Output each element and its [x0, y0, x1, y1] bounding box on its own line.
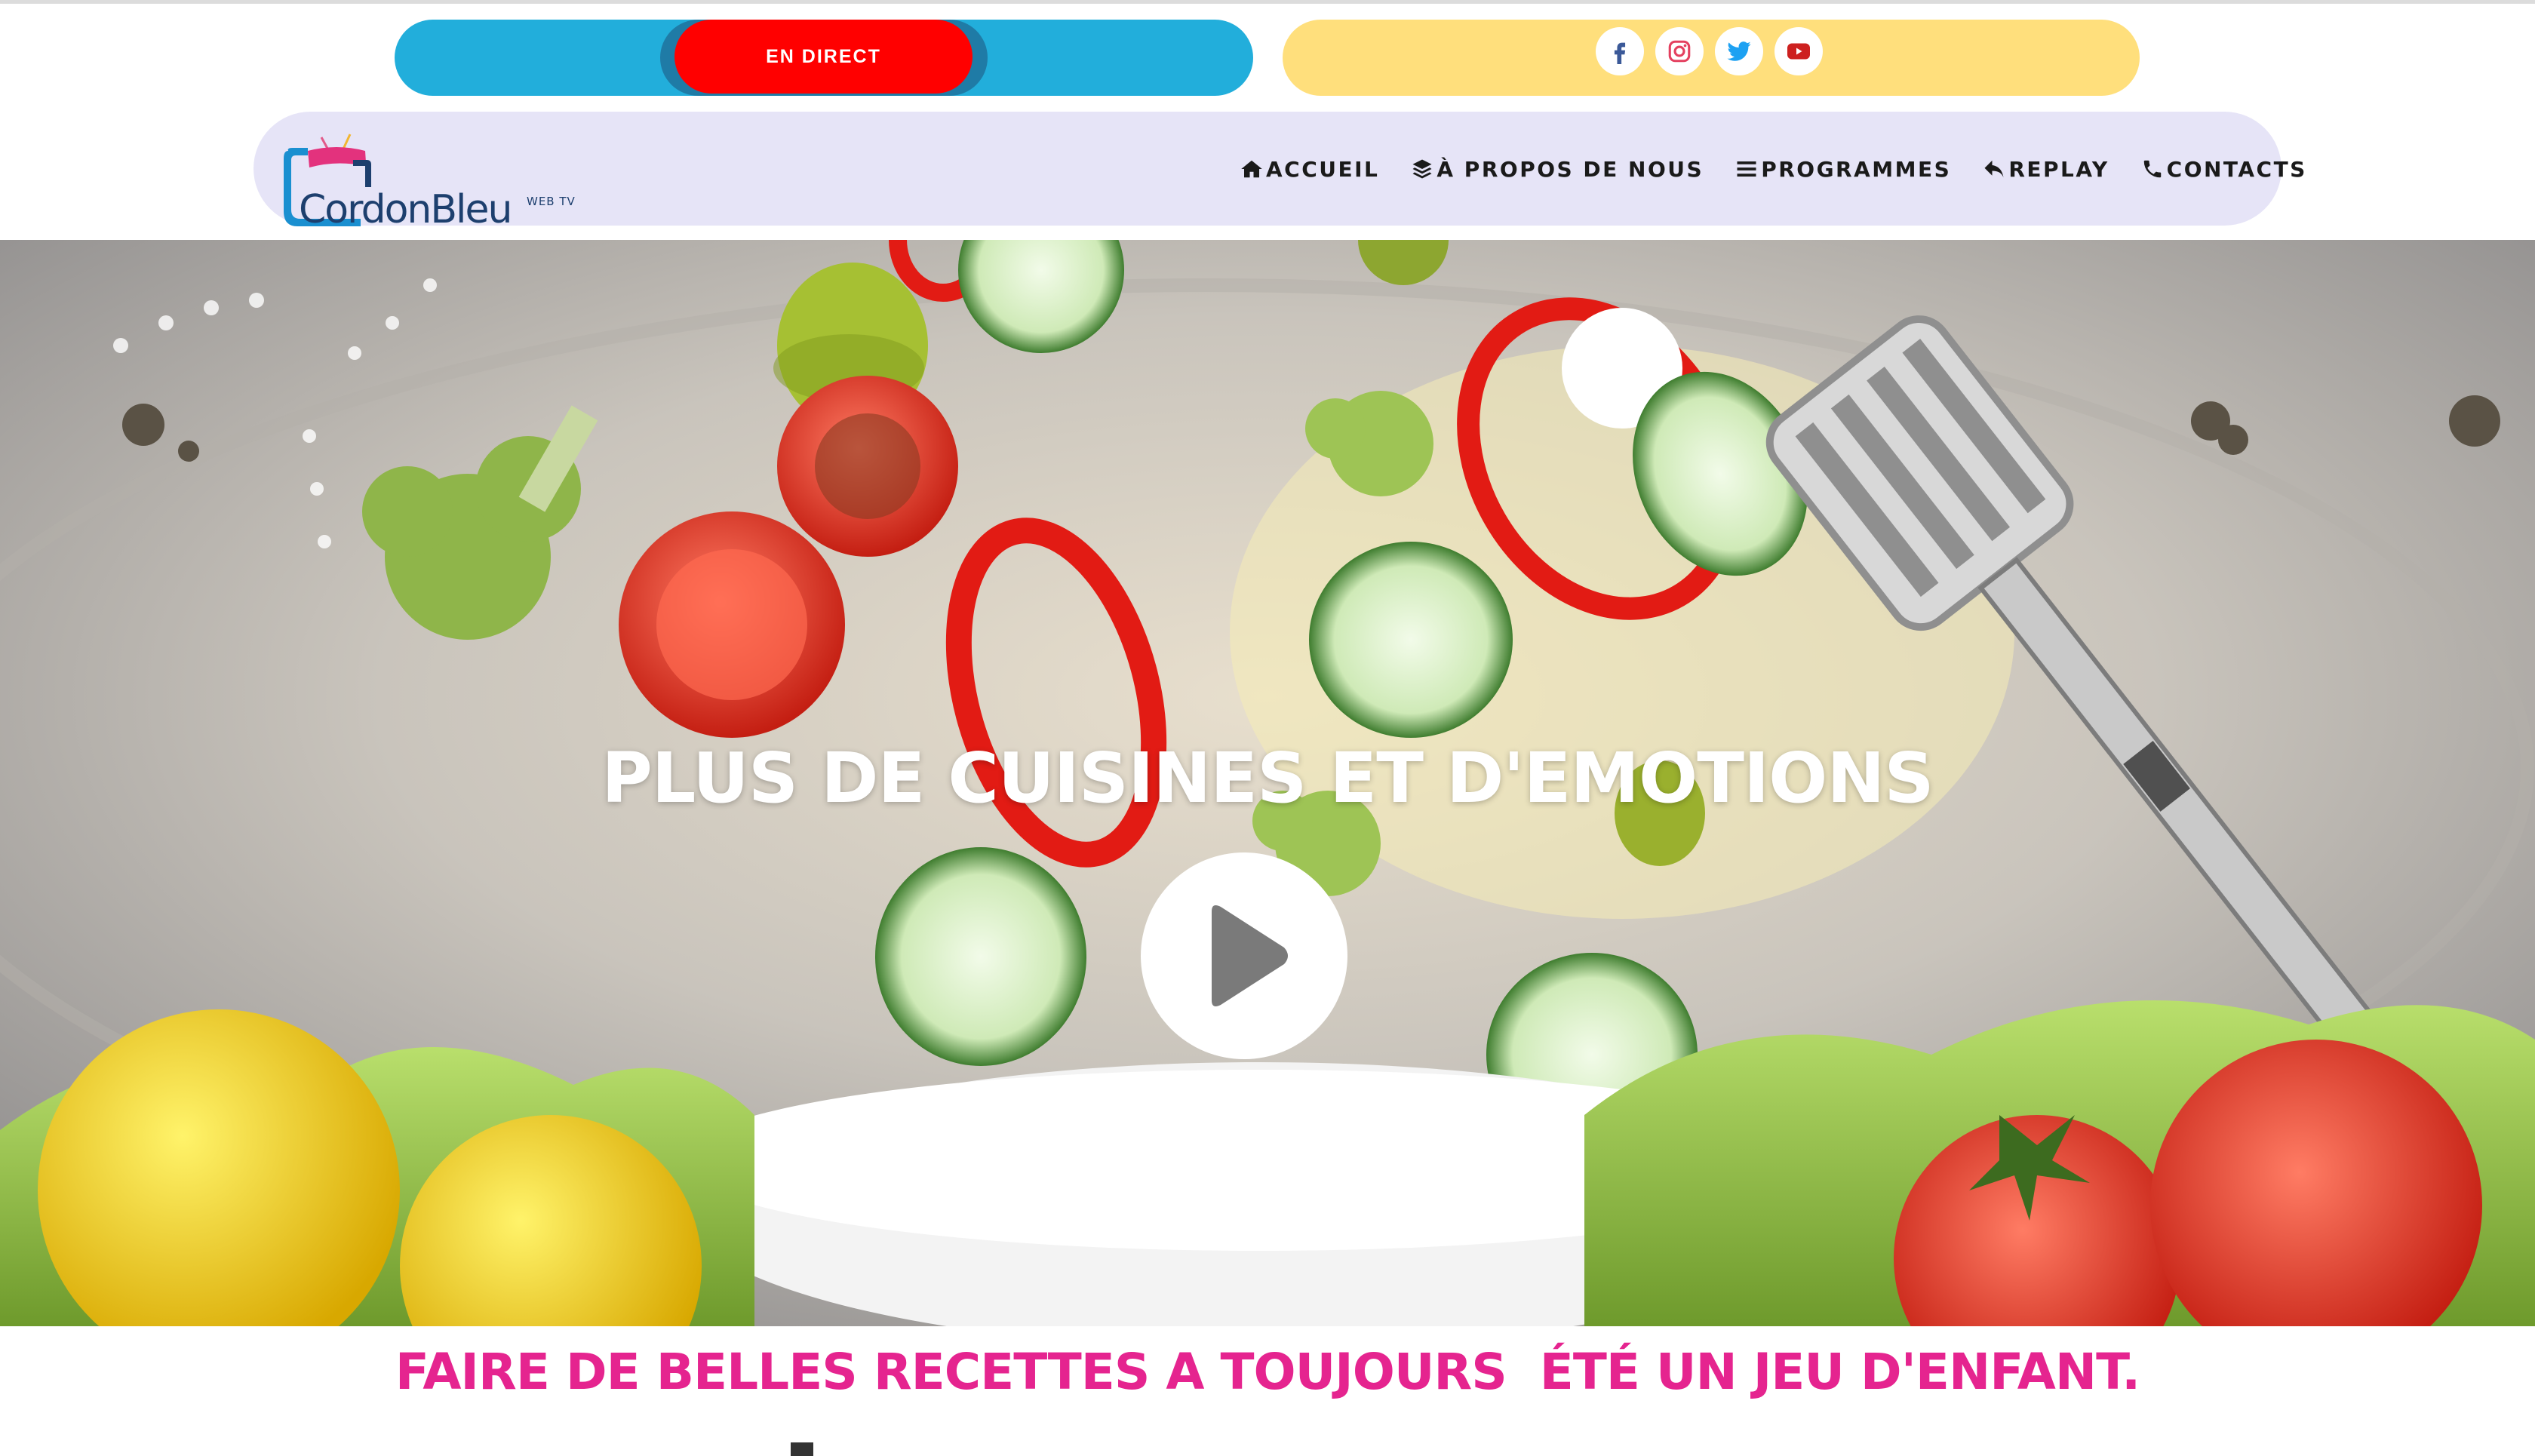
hero-video[interactable]: PLUS DE CUISINES ET D'EMOTIONS	[0, 240, 2535, 1326]
nav-item-replay[interactable]: REPLAY	[1983, 157, 2109, 182]
social-icons	[1596, 27, 1823, 75]
play-icon	[1212, 905, 1288, 1006]
logo-subtitle: WEB TV	[527, 195, 576, 208]
phone-icon	[2143, 160, 2161, 178]
menu-icon	[1737, 161, 1756, 177]
main-nav: ACCUEIL À PROPOS DE NOUS PROGRAMMES REPL…	[1240, 148, 2307, 190]
nav-item-label: CONTACTS	[2166, 156, 2307, 182]
nav-item-label: REPLAY	[2008, 156, 2109, 182]
live-button[interactable]: EN DIRECT	[674, 20, 973, 94]
nav-item-accueil[interactable]: ACCUEIL	[1240, 157, 1379, 182]
top-divider	[0, 0, 2535, 4]
twitter-icon[interactable]	[1715, 27, 1763, 75]
tagline: FAIRE DE BELLES RECETTES A TOUJOURS ÉTÉ …	[395, 1343, 2140, 1401]
reply-icon	[1984, 160, 2004, 178]
logo-wordmark: CordonBleu	[299, 187, 512, 232]
cut-off-text	[791, 1442, 813, 1456]
nav-item-label: PROGRAMMES	[1761, 156, 1952, 182]
facebook-icon[interactable]	[1596, 27, 1644, 75]
nav-item-label: À PROPOS DE NOUS	[1436, 156, 1704, 182]
hero-title: PLUS DE CUISINES ET D'EMOTIONS	[601, 738, 1934, 819]
layers-icon	[1412, 159, 1432, 179]
nav-item-a-propos[interactable]: À PROPOS DE NOUS	[1411, 157, 1704, 182]
youtube-icon[interactable]	[1774, 27, 1823, 75]
nav-item-programmes[interactable]: PROGRAMMES	[1735, 157, 1951, 182]
nav-item-contacts[interactable]: CONTACTS	[2141, 157, 2307, 182]
home-icon	[1241, 160, 1262, 178]
play-button[interactable]	[1141, 852, 1347, 1059]
logo[interactable]: CordonBleu WEB TV	[278, 121, 587, 232]
instagram-icon[interactable]	[1655, 27, 1704, 75]
nav-item-label: ACCUEIL	[1266, 156, 1380, 182]
